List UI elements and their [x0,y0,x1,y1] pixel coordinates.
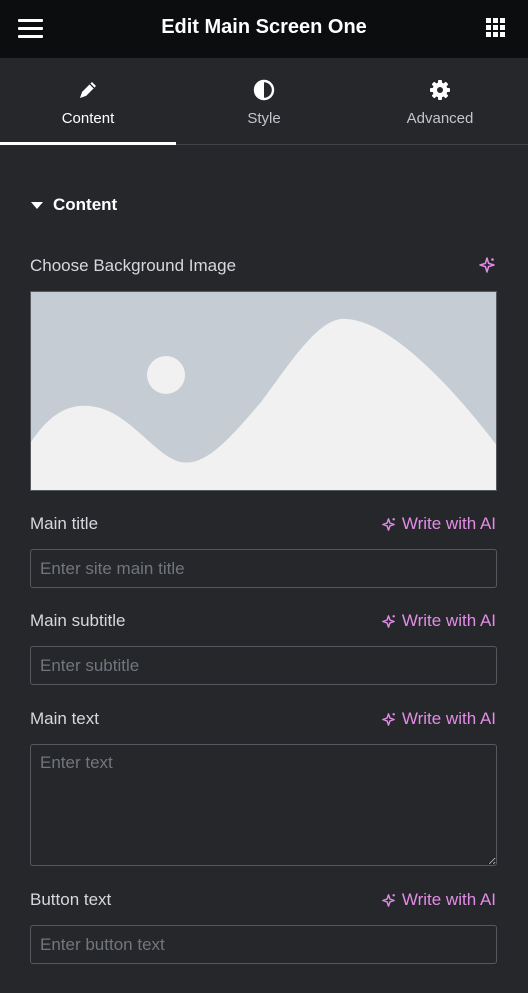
contrast-icon [253,79,275,101]
pencil-icon [80,82,96,98]
image-placeholder-icon [31,292,496,490]
background-image-picker[interactable] [30,291,497,491]
main-title-label: Main title [30,514,99,533]
sparkle-icon [381,614,395,628]
background-image-label: Choose Background Image [30,256,237,275]
write-with-ai-label: Write with AI [401,890,496,909]
sparkle-icon[interactable] [478,256,496,279]
page-title: Edit Main Screen One [161,16,367,38]
sparkle-icon [381,712,395,726]
tab-content[interactable]: Content [0,58,176,145]
main-subtitle-label: Main subtitle [30,611,126,630]
gear-icon [430,80,450,100]
main-text-textarea[interactable] [30,744,497,866]
tab-advanced[interactable]: Advanced [352,58,528,144]
grid-icon[interactable] [486,18,506,38]
sparkle-icon [381,517,395,531]
tab-label: Style [247,110,281,127]
write-with-ai-label: Write with AI [401,709,496,728]
panel-tabs: Content Style Advanced [0,58,528,145]
write-with-ai-label: Write with AI [401,611,496,630]
main-subtitle-input[interactable] [30,646,497,685]
sparkle-icon [381,893,395,907]
main-title-input[interactable] [30,549,497,588]
caret-down-icon [31,201,43,209]
button-text-input[interactable] [30,925,497,964]
write-with-ai-label: Write with AI [401,514,496,533]
write-with-ai-button[interactable]: Write with AI [380,611,496,631]
write-with-ai-button[interactable]: Write with AI [380,709,496,729]
write-with-ai-button[interactable]: Write with AI [380,514,496,534]
tab-style[interactable]: Style [176,58,352,144]
write-with-ai-button[interactable]: Write with AI [380,890,496,910]
content-section-toggle[interactable]: Content [31,195,117,215]
button-text-label: Button text [30,890,112,909]
tab-label: Content [61,110,115,127]
main-text-label: Main text [30,709,99,728]
top-bar: Edit Main Screen One [0,0,528,58]
tab-label: Advanced [406,110,474,127]
section-title: Content [53,195,118,214]
